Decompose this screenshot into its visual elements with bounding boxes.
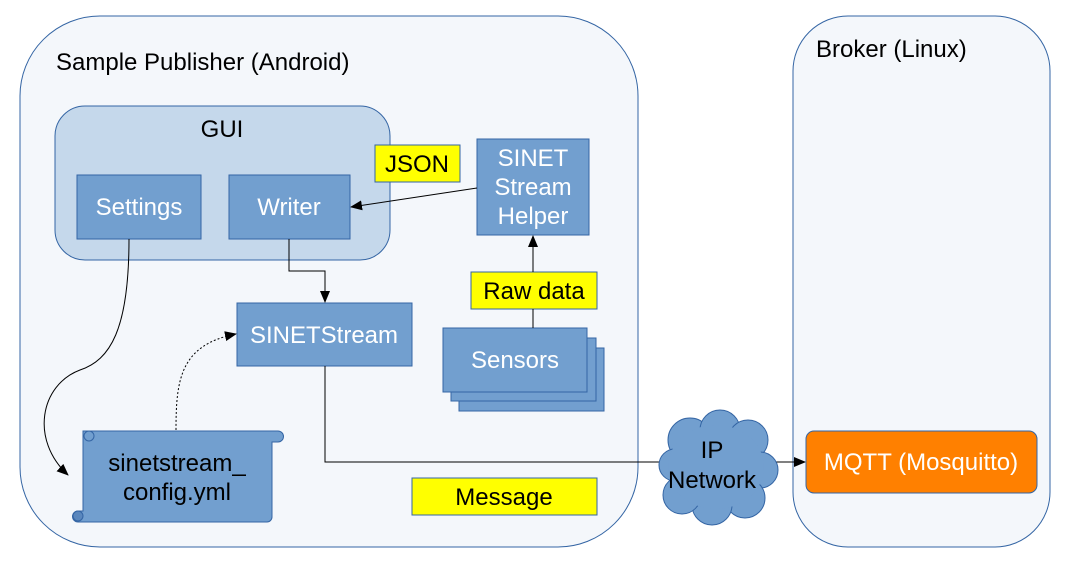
config-line2: config.yml xyxy=(123,479,231,506)
helper-line3: Helper xyxy=(498,203,569,230)
sensors-label: Sensors xyxy=(471,347,559,374)
json-label-box: JSON xyxy=(374,144,461,183)
ip-network-cloud: IP Network xyxy=(658,409,779,526)
network-line2: Network xyxy=(668,467,757,494)
publisher-title: Sample Publisher (Android) xyxy=(56,49,349,76)
json-label: JSON xyxy=(385,151,449,178)
sinetstream-label: SINETStream xyxy=(250,322,398,349)
helper-line2: Stream xyxy=(494,174,571,201)
diagram-canvas: Sample Publisher (Android) Broker (Linux… xyxy=(19,15,1051,548)
config-line1: sinetstream_ xyxy=(108,450,246,477)
network-line1: IP xyxy=(701,437,724,464)
settings-label: Settings xyxy=(96,194,183,221)
raw-data-label-box: Raw data xyxy=(470,271,598,310)
sinetstream-helper-box: SINET Stream Helper xyxy=(476,138,590,236)
helper-line1: SINET xyxy=(498,145,569,172)
sinetstream-box: SINETStream xyxy=(236,302,413,367)
raw-data-label: Raw data xyxy=(483,278,585,305)
config-file-scroll: sinetstream_ config.yml xyxy=(72,430,284,523)
mqtt-broker-box: MQTT (Mosquitto) xyxy=(805,430,1038,494)
settings-box: Settings xyxy=(76,174,202,240)
sensors-stack: Sensors xyxy=(442,327,605,412)
message-label-box: Message xyxy=(411,477,598,516)
writer-box: Writer xyxy=(228,174,351,240)
mqtt-label: MQTT (Mosquitto) xyxy=(824,449,1018,476)
architecture-diagram: Sample Publisher (Android) Broker (Linux… xyxy=(0,0,1070,565)
writer-label: Writer xyxy=(257,194,321,221)
message-label: Message xyxy=(455,484,552,511)
broker-title: Broker (Linux) xyxy=(816,36,967,63)
gui-title: GUI xyxy=(201,116,244,143)
